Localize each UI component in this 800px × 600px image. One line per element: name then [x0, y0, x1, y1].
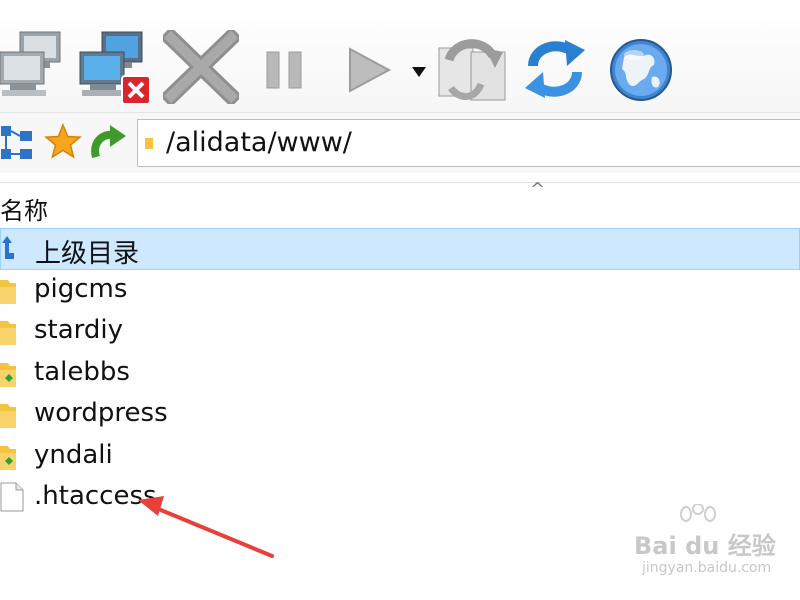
folder-link-icon [0, 362, 16, 387]
pause-icon [266, 51, 302, 89]
refresh-arrows-icon [525, 40, 585, 98]
close-x-icon [159, 26, 243, 108]
tree-view-button[interactable] [0, 125, 34, 167]
path-field[interactable]: /alidata/www/ [137, 119, 800, 167]
name-column-label: 名称 [0, 197, 48, 225]
file-name: pigcms [34, 273, 128, 304]
sync-arrows-icon [438, 39, 506, 101]
favorites-button[interactable] [44, 123, 82, 165]
list-item[interactable]: stardiy [0, 311, 800, 353]
go-up-button[interactable] [88, 123, 128, 167]
parent-directory-icon [2, 236, 14, 259]
column-header[interactable]: 名称 ^ [0, 179, 800, 230]
file-name: talebbs [34, 356, 130, 387]
list-item-parent-directory[interactable]: 上级目录 [0, 228, 800, 270]
toolbar [0, 0, 800, 112]
path-text: /alidata/www/ [166, 127, 352, 158]
list-item[interactable]: talebbs [0, 353, 800, 395]
play-icon [349, 47, 392, 93]
list-item[interactable]: yndali [0, 436, 800, 478]
file-list: 上级目录 pigcms stardiy talebbs wordpress yn… [0, 228, 800, 519]
list-item[interactable]: wordpress [0, 394, 800, 436]
address-bar: /alidata/www/ [0, 112, 800, 173]
file-name: 上级目录 [35, 239, 140, 269]
file-name: yndali [34, 439, 113, 470]
cancel-button[interactable] [159, 26, 243, 108]
sort-ascending-icon: ^ [530, 179, 546, 200]
file-name: stardiy [34, 315, 124, 345]
folder-link-icon [0, 445, 16, 470]
refresh-button[interactable] [523, 36, 587, 106]
computers-connect-icon [0, 31, 61, 96]
star-icon [44, 123, 82, 159]
file-icon [0, 482, 24, 512]
sync-button[interactable] [437, 34, 511, 108]
file-name: wordpress [34, 398, 168, 428]
folder-icon [145, 138, 153, 149]
file-name: .htaccess [34, 481, 157, 511]
site-tree-icon [1, 126, 32, 159]
computers-disconnect-icon [79, 31, 151, 105]
globe-icon [610, 39, 672, 101]
folder-icon [0, 279, 16, 304]
folder-icon [0, 321, 16, 345]
play-button[interactable] [347, 46, 393, 98]
watermark-url: jingyan.baidu.com [642, 560, 772, 576]
web-button[interactable] [608, 37, 674, 107]
folder-icon [0, 404, 16, 428]
watermark: Bai du 经验 jingyan.baidu.com [600, 500, 800, 600]
connect-button[interactable] [0, 30, 72, 102]
up-arrow-icon [91, 125, 126, 159]
watermark-brand: Bai du 经验 [634, 532, 776, 560]
disconnect-button[interactable] [78, 30, 154, 110]
play-menu-button[interactable] [411, 63, 427, 82]
list-item[interactable]: pigcms [0, 270, 800, 312]
pause-button[interactable] [265, 50, 305, 94]
dropdown-triangle-icon [412, 67, 426, 77]
